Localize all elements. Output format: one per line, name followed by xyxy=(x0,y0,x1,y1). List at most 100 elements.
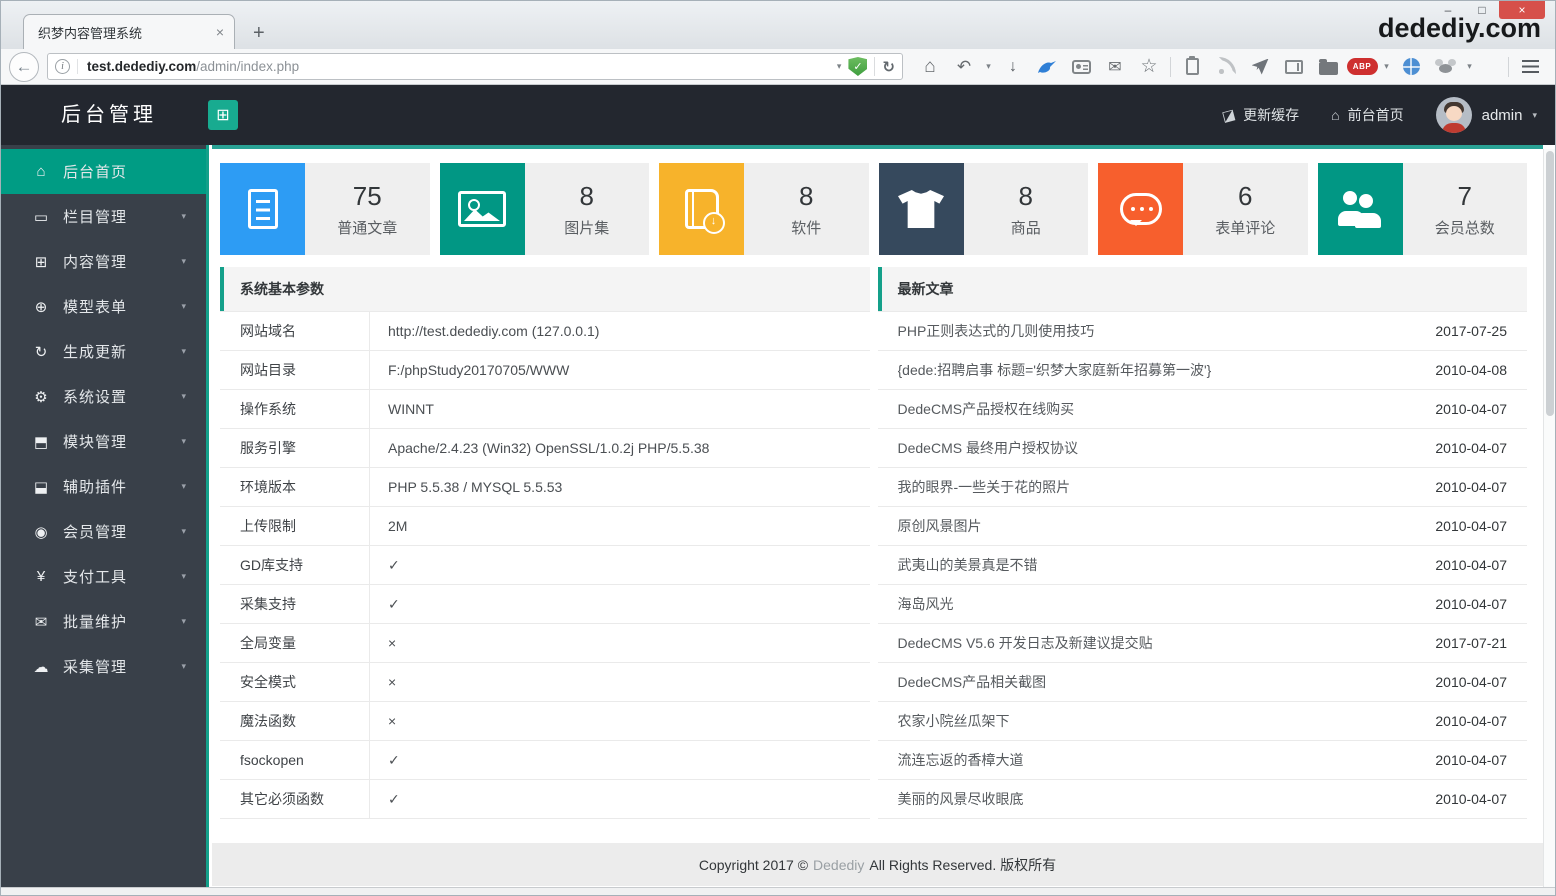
article-row[interactable]: 美丽的风景尽收眼底 2010-04-07 xyxy=(878,780,1528,819)
shield-icon[interactable]: ✓ xyxy=(848,57,867,76)
article-title[interactable]: 海岛风光 xyxy=(898,594,954,614)
url-text[interactable]: test.dedediy.com/admin/index.php xyxy=(77,59,830,74)
home-icon[interactable]: ⌂ xyxy=(913,52,947,82)
brand-link[interactable]: Dedediy xyxy=(813,857,864,873)
close-button[interactable]: × xyxy=(1499,1,1545,19)
sidebar-item[interactable]: ▭ 栏目管理 ▾ xyxy=(1,194,206,239)
rss-icon[interactable] xyxy=(1209,52,1243,82)
mail-icon[interactable]: ✉ xyxy=(1098,52,1132,82)
menu-hamburger-icon[interactable] xyxy=(1513,52,1547,82)
stat-card[interactable]: 6 表单评论 xyxy=(1098,163,1308,255)
tab-close-icon[interactable]: × xyxy=(216,25,224,39)
article-row[interactable]: 我的眼界-一些关于花的照片 2010-04-07 xyxy=(878,468,1528,507)
back-button[interactable]: ← xyxy=(9,52,39,82)
front-home-button[interactable]: ⌂ 前台首页 xyxy=(1331,105,1403,125)
stat-card[interactable]: 8 商品 xyxy=(879,163,1089,255)
chevron-down-icon: ▾ xyxy=(181,436,186,447)
article-row[interactable]: 流连忘返的香樟大道 2010-04-07 xyxy=(878,741,1528,780)
undo-icon[interactable]: ↶ xyxy=(947,52,981,82)
page-scrollbar[interactable] xyxy=(1543,149,1555,887)
info-icon[interactable]: i xyxy=(55,59,70,74)
stat-card[interactable]: 8 图片集 xyxy=(440,163,650,255)
url-dropdown-icon[interactable]: ▾ xyxy=(837,61,842,72)
stat-card[interactable]: 75 普通文章 xyxy=(220,163,430,255)
sidebar-item[interactable]: ⚙ 系统设置 ▾ xyxy=(1,374,206,419)
sidebar-item[interactable]: ☁ 采集管理 ▾ xyxy=(1,644,206,689)
article-title[interactable]: 我的眼界-一些关于花的照片 xyxy=(898,477,1071,497)
sidebar-item[interactable]: ✉ 批量维护 ▾ xyxy=(1,599,206,644)
sidebar-toggle-icon[interactable] xyxy=(1277,52,1311,82)
sidebar-item[interactable]: ⊕ 模型表单 ▾ xyxy=(1,284,206,329)
stat-value: 8 xyxy=(580,181,594,212)
avatar xyxy=(1436,97,1472,133)
fly-icon[interactable] xyxy=(1428,52,1462,82)
stat-info: 8 软件 xyxy=(744,163,869,255)
article-title[interactable]: DedeCMS产品授权在线购买 xyxy=(898,399,1075,419)
article-title[interactable]: 武夷山的美景真是不错 xyxy=(898,555,1038,575)
divider xyxy=(874,57,875,76)
clipboard-icon[interactable] xyxy=(1175,52,1209,82)
folder-icon[interactable] xyxy=(1311,52,1345,82)
article-title[interactable]: 农家小院丝瓜架下 xyxy=(898,711,1010,731)
article-title[interactable]: 美丽的风景尽收眼底 xyxy=(898,789,1024,809)
stat-card[interactable]: 7 会员总数 xyxy=(1318,163,1528,255)
chevron-down-icon: ▾ xyxy=(181,346,186,357)
article-title[interactable]: DedeCMS V5.6 开发日志及新建议提交贴 xyxy=(898,633,1153,653)
sidebar-item[interactable]: ⬓ 辅助插件 ▾ xyxy=(1,464,206,509)
param-value: WINNT xyxy=(370,390,434,428)
article-row[interactable]: DedeCMS 最终用户授权协议 2010-04-07 xyxy=(878,429,1528,468)
article-title[interactable]: PHP正则表达式的几则使用技巧 xyxy=(898,321,1095,341)
stat-card[interactable]: 8 软件 xyxy=(659,163,869,255)
article-row[interactable]: 武夷山的美景真是不错 2010-04-07 xyxy=(878,546,1528,585)
sidebar-item-label: 栏目管理 xyxy=(63,206,181,227)
sidebar-item[interactable]: ⬒ 模块管理 ▾ xyxy=(1,419,206,464)
sidebar-item[interactable]: ⊞ 内容管理 ▾ xyxy=(1,239,206,284)
minimize-button[interactable]: – xyxy=(1431,1,1465,19)
browser-titlebar: 织梦内容管理系统 × + dedediy.com – □ × xyxy=(1,1,1555,49)
article-row[interactable]: DedeCMS产品相关截图 2010-04-07 xyxy=(878,663,1528,702)
sidebar-item[interactable]: ↻ 生成更新 ▾ xyxy=(1,329,206,374)
article-date: 2010-04-07 xyxy=(1435,518,1507,534)
param-value: ✓ xyxy=(370,546,400,584)
new-tab-button[interactable]: + xyxy=(253,23,265,43)
article-title[interactable]: {dede:招聘启事 标题='织梦大家庭新年招募第一波'} xyxy=(898,360,1212,380)
adblock-dropdown-icon[interactable]: ▾ xyxy=(1379,52,1394,82)
download-icon[interactable]: ↓ xyxy=(996,52,1030,82)
article-title[interactable]: 流连忘返的香樟大道 xyxy=(898,750,1024,770)
undo-dropdown-icon[interactable]: ▾ xyxy=(981,52,996,82)
article-title[interactable]: 原创风景图片 xyxy=(898,516,982,536)
sidebar-item[interactable]: ◉ 会员管理 ▾ xyxy=(1,509,206,554)
article-icon xyxy=(220,163,305,255)
globe-icon[interactable] xyxy=(1394,52,1428,82)
adblock-icon[interactable]: ABP xyxy=(1345,52,1379,82)
article-row[interactable]: DedeCMS产品授权在线购买 2010-04-07 xyxy=(878,390,1528,429)
update-cache-button[interactable]: ◪ 更新缓存 xyxy=(1222,105,1299,125)
article-title[interactable]: DedeCMS 最终用户授权协议 xyxy=(898,438,1078,458)
id-card-icon[interactable] xyxy=(1064,52,1098,82)
user-menu[interactable]: admin ▾ xyxy=(1436,97,1537,133)
send-icon[interactable] xyxy=(1243,52,1277,82)
system-params-table: 网站域名 http://test.dedediy.com (127.0.0.1)… xyxy=(220,311,870,819)
scrollbar-thumb[interactable] xyxy=(1546,151,1554,416)
bird-icon[interactable] xyxy=(1030,52,1064,82)
maximize-button[interactable]: □ xyxy=(1465,1,1499,19)
article-title[interactable]: DedeCMS产品相关截图 xyxy=(898,672,1047,692)
browser-tab[interactable]: 织梦内容管理系统 × xyxy=(23,14,235,49)
eraser-icon: ◪ xyxy=(1220,105,1237,125)
url-path: /admin/index.php xyxy=(196,59,299,74)
window-statusbar xyxy=(1,887,1555,895)
reload-icon[interactable]: ↻ xyxy=(882,58,895,76)
article-row[interactable]: 海岛风光 2010-04-07 xyxy=(878,585,1528,624)
apps-grid-button[interactable]: ⊞ xyxy=(208,100,238,130)
article-row[interactable]: PHP正则表达式的几则使用技巧 2017-07-25 xyxy=(878,312,1528,351)
article-row[interactable]: DedeCMS V5.6 开发日志及新建议提交贴 2017-07-21 xyxy=(878,624,1528,663)
sidebar-item[interactable]: ¥ 支付工具 ▾ xyxy=(1,554,206,599)
url-bar[interactable]: i test.dedediy.com/admin/index.php ▾ ✓ ↻ xyxy=(47,53,903,80)
sidebar-item[interactable]: ⌂ 后台首页 xyxy=(1,149,206,194)
article-row[interactable]: 农家小院丝瓜架下 2010-04-07 xyxy=(878,702,1528,741)
extensions-dropdown-icon[interactable]: ▾ xyxy=(1462,52,1477,82)
param-value: ✓ xyxy=(370,741,400,779)
article-row[interactable]: {dede:招聘启事 标题='织梦大家庭新年招募第一波'} 2010-04-08 xyxy=(878,351,1528,390)
bookmark-star-icon[interactable]: ☆ xyxy=(1132,52,1166,82)
article-row[interactable]: 原创风景图片 2010-04-07 xyxy=(878,507,1528,546)
